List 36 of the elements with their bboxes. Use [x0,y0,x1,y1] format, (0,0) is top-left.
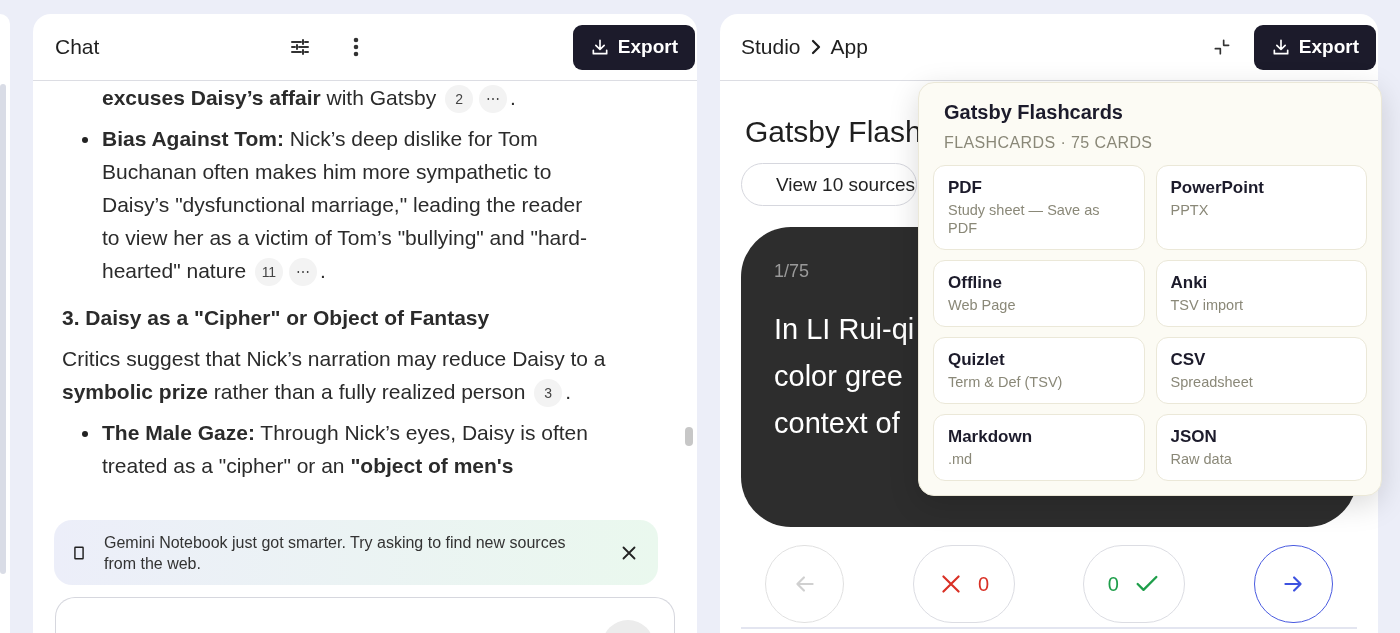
scrollbar[interactable] [0,84,6,574]
view-sources-button[interactable]: View 10 sources [741,163,917,206]
export-option[interactable]: CSV Spreadsheet [1155,337,1367,404]
citation-chip[interactable]: 11 [254,258,283,287]
scrollbar-thumb[interactable] [685,427,693,446]
citation-chip[interactable]: 3 [534,379,563,408]
bullet-icon [82,137,88,143]
breadcrumb-link[interactable]: App [830,35,868,59]
banner-text: Gemini Notebook just got smarter. Try asking to find new sources from the web. [104,532,567,574]
bullet-icon [82,431,88,437]
menu-subtitle: FLASHCARDS · 75 CARDS [944,134,1154,152]
card-text-line: color gree [774,359,903,394]
export-option[interactable]: Markdown .md [933,414,1145,481]
section-heading: 3. Daisy as a "Cipher" or Object of Fantasy [62,305,491,331]
bullet-text: Bias Against Tom: Nick’s deep dislike for Tom Buchanan often makes him more sympathetic to Daisy’s "dysfunctional marriage," leading the reader to view her as a victim of Tom’s "bullying" and "hard-hearted" nature 11 ⋯ . [102,122,592,287]
citation-chip[interactable]: 2 [445,85,474,114]
message-input-field[interactable] [55,597,675,633]
export-option[interactable]: PDF Study sheet — Save as PDF [933,165,1145,250]
card-text-line: In LI Rui-qi [774,312,915,347]
breadcrumb-link[interactable]: Studio [741,35,801,59]
export-button[interactable]: Export [1253,24,1376,70]
export-option[interactable]: Offline Web Page [933,260,1145,327]
citation-chip[interactable]: ⋯ [288,258,317,287]
menu-title: Gatsby Flashcards [944,101,1124,124]
export-option[interactable]: JSON Raw data [1155,414,1367,481]
card-text-line: context of [774,406,900,441]
bullet-text: The Male Gaze: Through Nick’s eyes, Daisy is often treated as a "cipher" or an "object of men's [102,420,589,479]
export-button[interactable]: Export [572,24,695,70]
export-option[interactable]: Anki TSV import [1155,260,1367,327]
export-option[interactable]: PowerPoint PPTX [1155,165,1367,250]
paragraph-text: Critics suggest that Nick’s narration may reduce Daisy to a symbolic prize rather than a fully realized person 3 . [62,342,610,408]
panel-title: Chat [55,35,101,59]
citation-chip[interactable]: ⋯ [479,85,508,114]
export-option[interactable]: Quizlet Term & Def (TSV) [933,337,1145,404]
mark-wrong-button[interactable]: 0 [912,545,1015,623]
paragraph-text: excuses Daisy’s affair with Gatsby 2 ⋯ . [102,81,592,114]
